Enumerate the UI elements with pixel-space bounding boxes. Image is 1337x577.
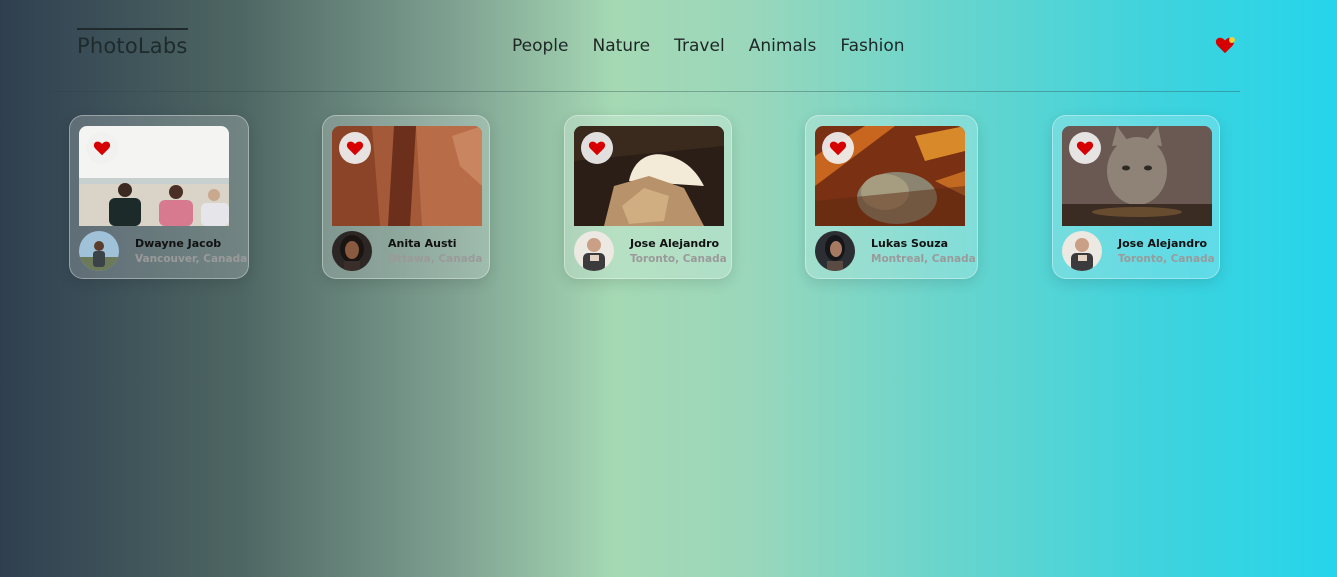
avatar (574, 231, 614, 271)
topic-travel[interactable]: Travel (674, 37, 725, 56)
heart-icon (93, 141, 111, 156)
notification-dot (1229, 37, 1235, 43)
heart-icon (1076, 141, 1094, 156)
topic-people[interactable]: People (512, 37, 568, 56)
photo-image[interactable] (815, 126, 965, 226)
avatar (79, 231, 119, 271)
user-location: Toronto, Canada (1118, 253, 1215, 265)
user-name: Dwayne Jacob (135, 237, 222, 250)
favorite-button[interactable] (1069, 132, 1101, 164)
heart-icon (588, 141, 606, 156)
photo-image[interactable] (79, 126, 229, 226)
photo-image[interactable] (1062, 126, 1212, 226)
photo-list-item[interactable]: Dwayne Jacob Vancouver, Canada (69, 115, 249, 279)
topic-animals[interactable]: Animals (749, 37, 817, 56)
avatar (815, 231, 855, 271)
photo-list-item[interactable]: Jose Alejandro Toronto, Canada (564, 115, 732, 279)
photo-list-item[interactable]: Anita Austi Ottawa, Canada (322, 115, 490, 279)
top-navigation-bar: PhotoLabs People Nature Travel Animals F… (52, 0, 1240, 92)
photo-image[interactable] (332, 126, 482, 226)
photo-list-item[interactable]: Jose Alejandro Toronto, Canada (1052, 115, 1220, 279)
avatar (332, 231, 372, 271)
avatar (1062, 231, 1102, 271)
user-name: Jose Alejandro (1118, 237, 1208, 250)
topic-fashion[interactable]: Fashion (840, 37, 904, 56)
topic-list: People Nature Travel Animals Fashion (512, 37, 905, 56)
heart-icon (829, 141, 847, 156)
photo-image[interactable] (574, 126, 724, 226)
photo-list-item[interactable]: Lukas Souza Montreal, Canada (805, 115, 978, 279)
favorite-button[interactable] (581, 132, 613, 164)
user-location: Toronto, Canada (630, 253, 727, 265)
user-location: Montreal, Canada (871, 253, 976, 265)
logo[interactable]: PhotoLabs (77, 28, 188, 57)
user-location: Ottawa, Canada (388, 253, 483, 265)
user-location: Vancouver, Canada (135, 253, 248, 265)
user-name: Lukas Souza (871, 237, 949, 250)
favorite-button[interactable] (86, 132, 118, 164)
user-name: Anita Austi (388, 237, 457, 250)
heart-icon (346, 141, 364, 156)
topic-nature[interactable]: Nature (592, 37, 650, 56)
favorite-button[interactable] (339, 132, 371, 164)
favorites-badge[interactable] (1215, 36, 1237, 54)
user-name: Jose Alejandro (630, 237, 720, 250)
favorite-button[interactable] (822, 132, 854, 164)
